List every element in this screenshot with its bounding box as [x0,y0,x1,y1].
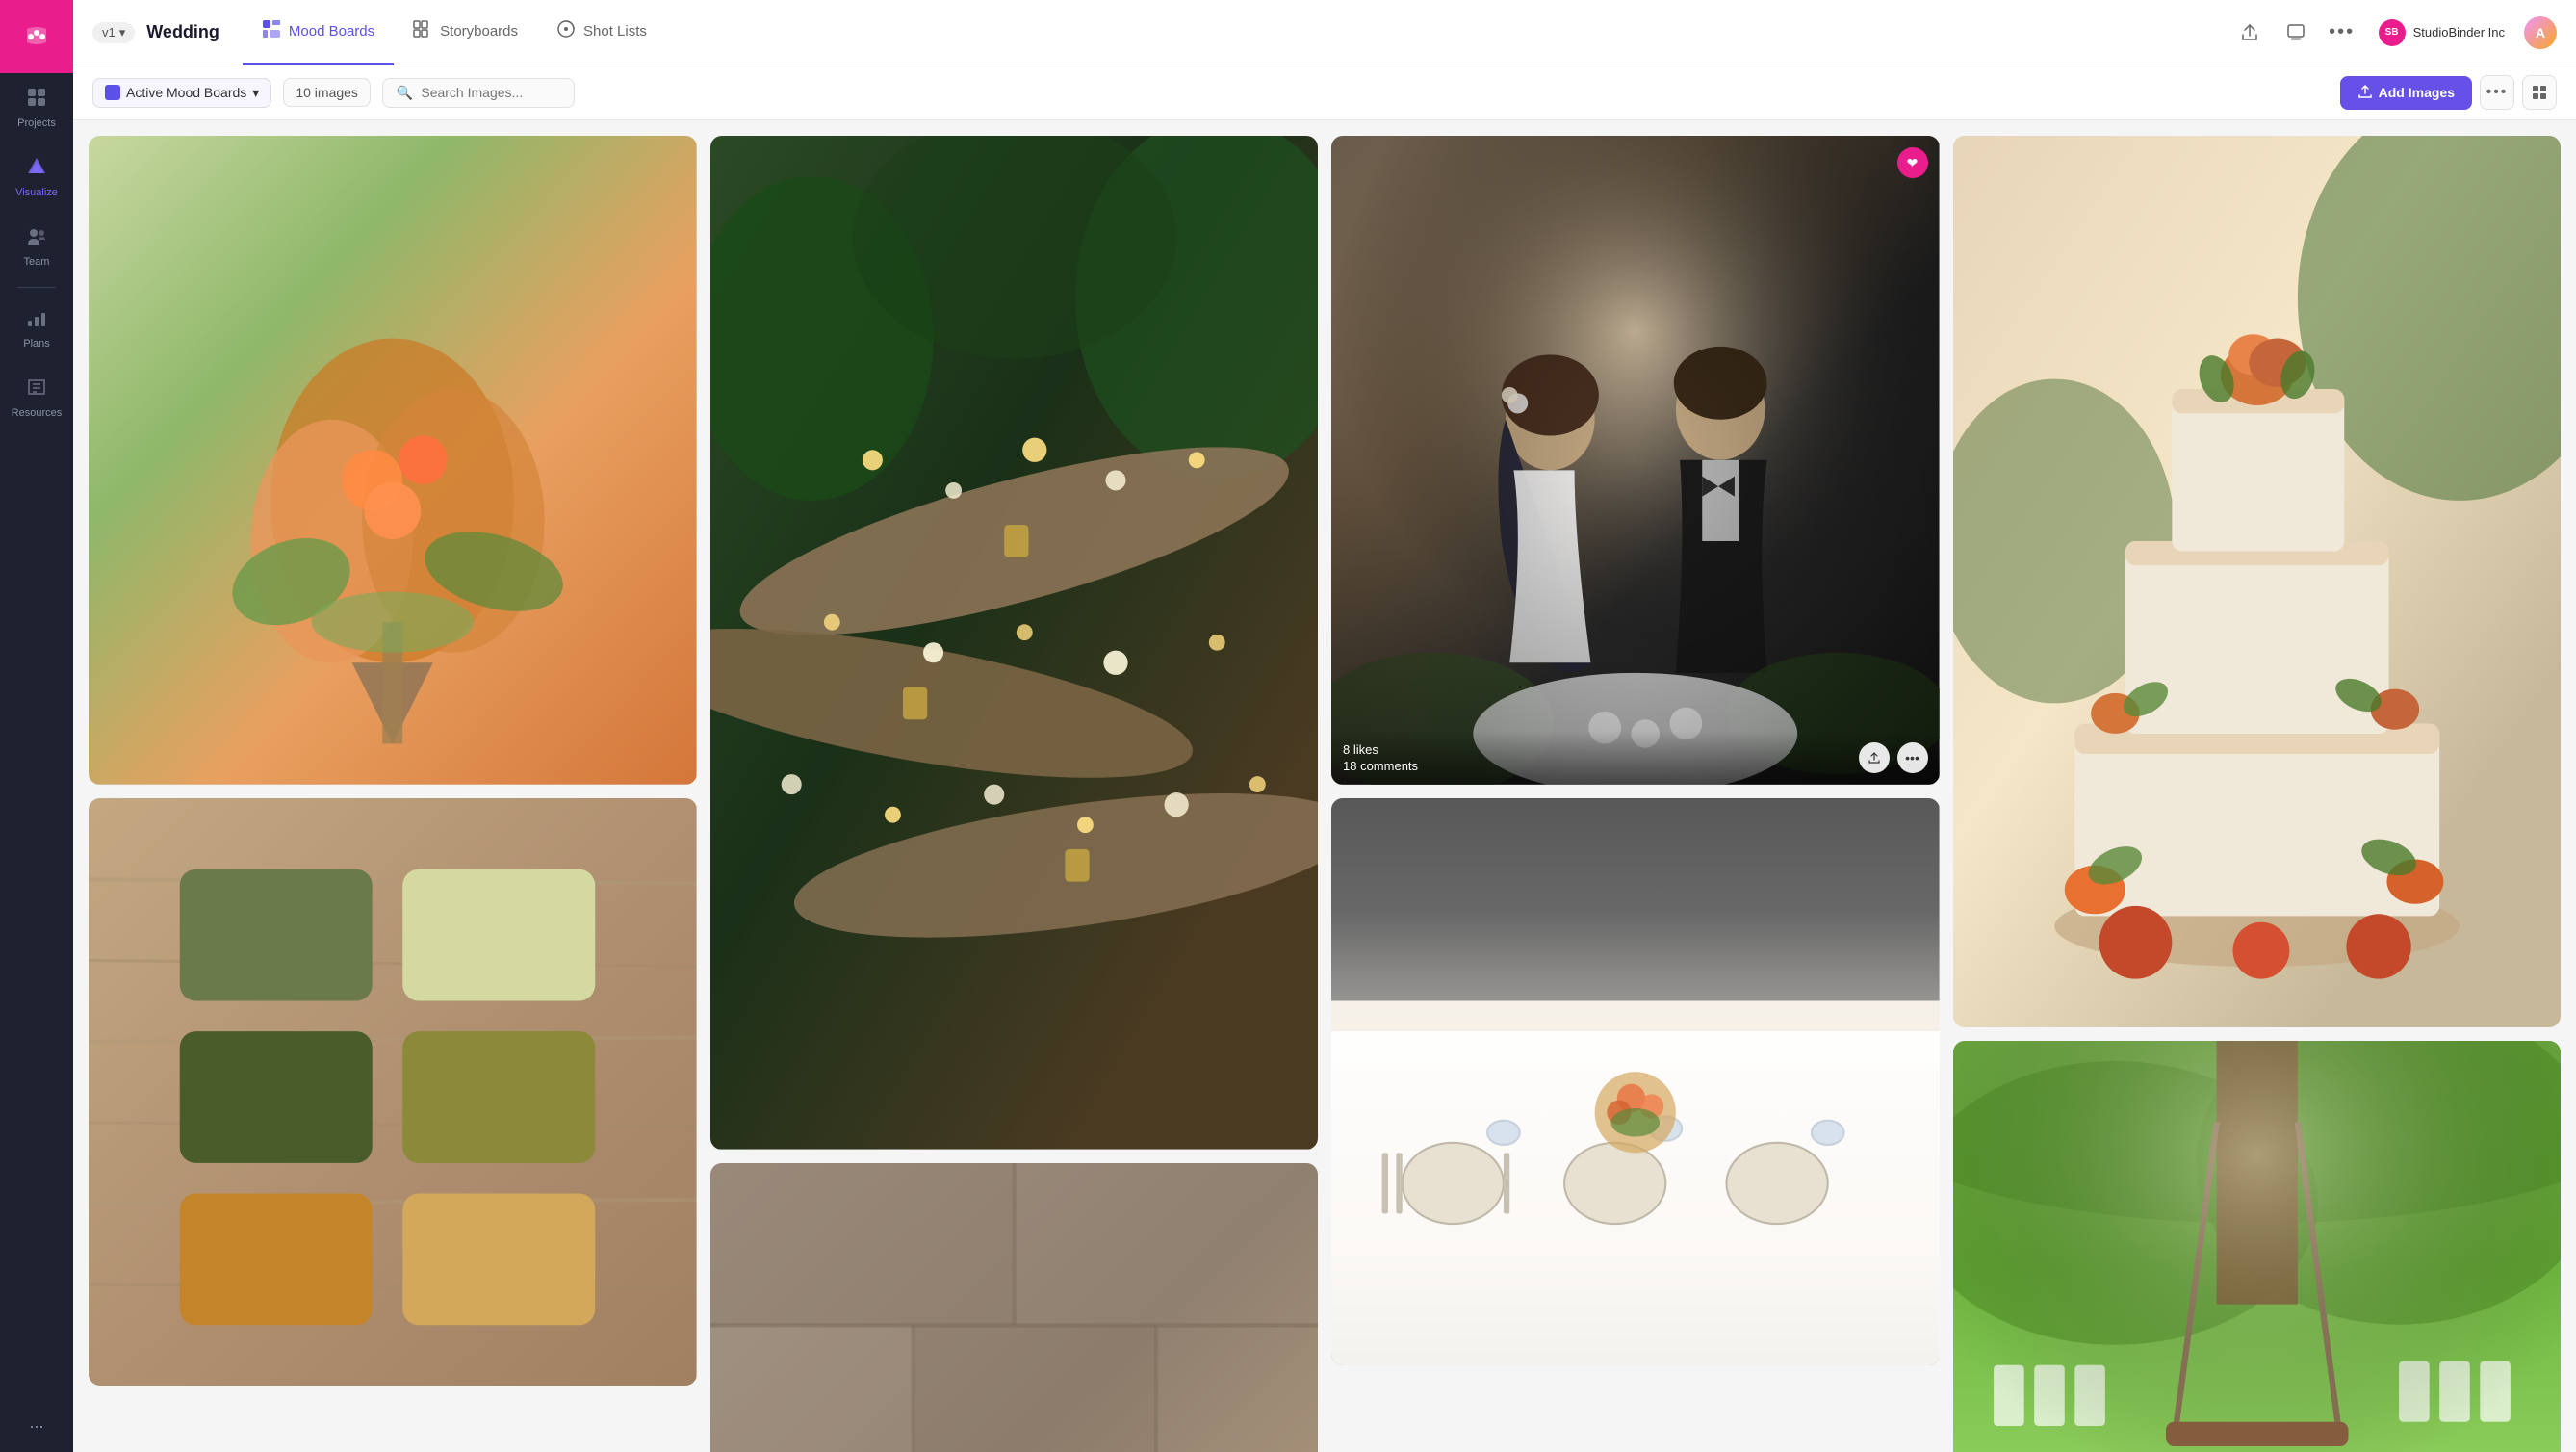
share-button[interactable] [2232,15,2267,50]
projects-label: Projects [17,117,56,129]
projects-icon [26,87,47,114]
team-label: Team [24,256,50,268]
sidebar-item-projects[interactable]: Projects [0,73,73,143]
more-button[interactable]: ••• [2325,15,2359,50]
download-button[interactable] [2279,15,2313,50]
ellipsis-icon: ••• [2329,21,2355,43]
tab-mood-boards-label: Mood Boards [289,23,374,39]
gallery-item-cake[interactable] [1953,136,2562,1027]
tab-shot-lists[interactable]: Shot Lists [537,0,666,65]
search-box[interactable]: 🔍 [382,78,575,108]
gallery-item-palette[interactable] [89,798,697,1386]
toolbar-grid-button[interactable] [2522,75,2557,110]
upload-action-btn[interactable] [1859,742,1890,773]
team-icon [26,225,47,252]
gallery-item-wedding-sign[interactable]: Wedding [710,1163,1319,1452]
masonry-grid: Wedding [89,136,2561,1452]
nav-tabs: Mood Boards Storyboards [243,0,2232,65]
tab-storyboards[interactable]: Storyboards [394,0,537,65]
likes-count: 8 likes [1343,742,1418,757]
user-area[interactable]: SB StudioBinder Inc [2371,15,2512,50]
gallery-item-bouquet[interactable] [89,136,697,785]
gallery-item-swing[interactable] [1953,1041,2562,1452]
add-images-button[interactable]: Add Images [2340,76,2472,110]
sidebar-item-resources[interactable]: Resources [0,363,73,432]
tab-storyboards-label: Storyboards [440,23,518,39]
visualize-label: Visualize [15,187,58,198]
toolbar: Active Mood Boards ▾ 10 images 🔍 Add Ima… [73,65,2576,120]
plans-label: Plans [23,338,50,350]
item-stats-overlay: 8 likes 18 comments ••• [1331,731,1940,785]
plans-icon [26,307,47,334]
studio-logo: SB [2379,19,2406,46]
sidebar-item-plans[interactable]: Plans [0,294,73,363]
sidebar-item-team[interactable]: Team [0,212,73,281]
comments-count: 18 comments [1343,759,1418,773]
upload-icon [2357,84,2373,102]
toolbar-more-button[interactable]: ••• [2480,75,2514,110]
user-avatar[interactable]: A [2524,16,2557,49]
board-selector[interactable]: Active Mood Boards ▾ [92,78,271,108]
gallery-container: Wedding [73,120,2576,1452]
mood-boards-icon [262,19,281,43]
topnav-actions: ••• SB StudioBinder Inc A [2232,15,2557,50]
tab-shot-lists-label: Shot Lists [583,23,647,39]
image-count: 10 images [283,78,371,107]
more-items[interactable]: ... [29,1413,43,1452]
search-input[interactable] [421,85,560,100]
chevron-down-icon: ▾ [252,85,259,101]
app-logo[interactable] [0,0,73,73]
gallery-item-couple[interactable]: ❤ 8 likes 18 comments [1331,136,1940,785]
resources-icon [26,376,47,403]
gallery-item-logs[interactable] [710,136,1319,1150]
more-action-btn[interactable]: ••• [1897,742,1928,773]
item-actions: ••• [1859,742,1928,773]
board-selector-label: Active Mood Boards [126,85,246,100]
storyboards-icon [413,19,432,43]
top-navigation: v1 ▾ Wedding Mood Boards [73,0,2576,65]
chevron-down-icon: ▾ [119,25,126,40]
sidebar-item-visualize[interactable]: Visualize [0,143,73,212]
search-icon: 🔍 [397,85,413,101]
shot-lists-icon [556,19,576,43]
tab-mood-boards[interactable]: Mood Boards [243,0,394,65]
main-content: v1 ▾ Wedding Mood Boards [73,0,2576,1452]
ellipsis-icon: ••• [2486,84,2509,101]
project-title: Wedding [146,22,219,42]
gallery-item-table[interactable] [1331,798,1940,1365]
user-name-label: StudioBinder Inc [2413,25,2505,39]
visualize-icon [26,156,47,183]
toolbar-right-actions: Add Images ••• [2340,75,2557,110]
resources-label: Resources [12,407,63,419]
version-badge[interactable]: v1 ▾ [92,22,135,43]
sidebar: Projects Visualize Team [0,0,73,1452]
board-selector-icon [105,85,120,100]
sidebar-divider [17,287,56,288]
heart-badge[interactable]: ❤ [1897,147,1928,178]
